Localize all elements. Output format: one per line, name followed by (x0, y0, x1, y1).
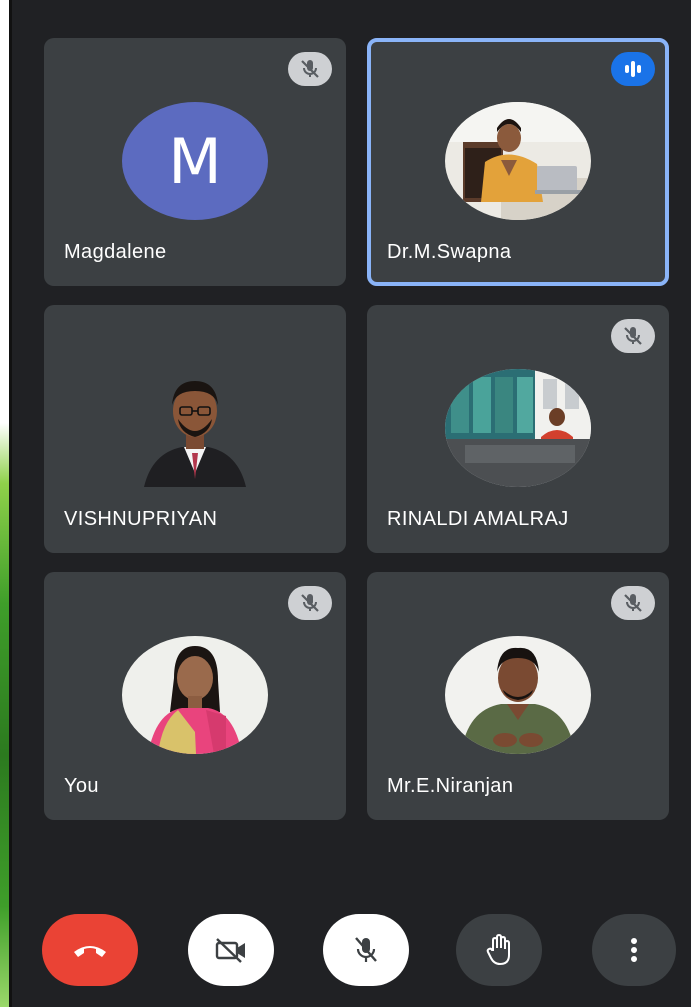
participant-name: Mr.E.Niranjan (387, 775, 514, 797)
phone-hangup-icon (74, 946, 106, 957)
end-call-button[interactable] (42, 914, 138, 986)
raise-hand-button[interactable] (456, 914, 542, 986)
participant-tile-you[interactable]: You (44, 572, 346, 820)
participant-name: Dr.M.Swapna (387, 241, 512, 263)
mic-off-icon (355, 937, 377, 962)
wallpaper-edge (0, 0, 12, 1007)
mic-toggle-button[interactable] (323, 914, 409, 986)
video-off-icon (215, 938, 245, 963)
self-video-thumbnail (122, 636, 268, 754)
camera-toggle-button[interactable] (188, 914, 274, 986)
participant-tile-swapna[interactable]: Dr.M.Swapna (367, 38, 669, 286)
participant-name: Magdalene (64, 241, 167, 263)
participant-name: VISHNUPRIYAN (64, 508, 218, 530)
participant-video-thumbnail (445, 636, 591, 754)
participant-video-thumbnail (445, 102, 591, 220)
participant-name: You (64, 775, 99, 797)
participant-video-thumbnail (122, 369, 268, 487)
participant-tile-magdalene[interactable]: M Magdalene (44, 38, 346, 286)
avatar-initial: M (122, 102, 268, 220)
participant-tile-rinaldi[interactable]: RINALDI AMALRAJ (367, 305, 669, 553)
muted-mic-icon (288, 52, 332, 86)
speaking-indicator-icon (611, 52, 655, 86)
participant-tile-vishnupriyan[interactable]: VISHNUPRIYAN (44, 305, 346, 553)
muted-mic-icon (611, 319, 655, 353)
muted-mic-icon (611, 586, 655, 620)
meeting-screen: M Magdalene Dr.M.Swapna VISHNUPRIYAN RIN… (12, 0, 691, 1007)
participant-video-thumbnail (445, 369, 591, 487)
participant-tile-niranjan[interactable]: Mr.E.Niranjan (367, 572, 669, 820)
more-options-button[interactable] (592, 914, 676, 986)
hand-icon (486, 934, 510, 966)
participant-name: RINALDI AMALRAJ (387, 508, 569, 530)
muted-mic-icon (288, 586, 332, 620)
more-vert-icon (631, 938, 637, 962)
